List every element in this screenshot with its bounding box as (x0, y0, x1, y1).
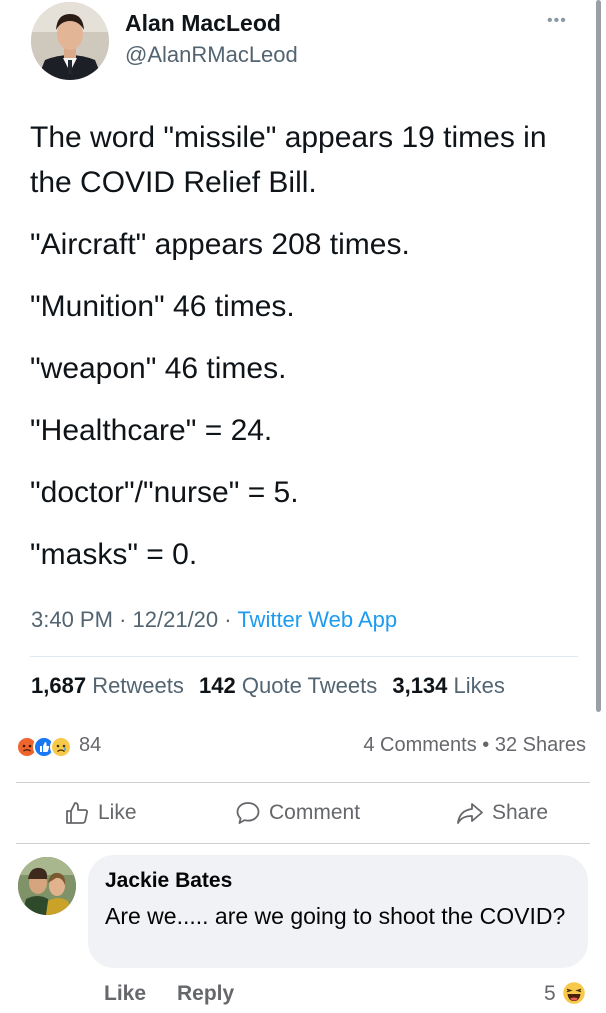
more-dots-icon[interactable]: ••• (547, 12, 567, 30)
comments-shares-count[interactable]: 4 Comments • 32 Shares (363, 734, 586, 757)
avatar-photo-icon (31, 2, 109, 80)
author-name[interactable]: Alan MacLeod (125, 10, 281, 37)
sad-reaction-icon (50, 736, 72, 758)
facebook-post-footer: 84 4 Comments • 32 Shares Like Comment S… (0, 712, 606, 1013)
tweet: Alan MacLeod @AlanRMacLeod ••• The word … (0, 0, 606, 708)
share-button-label: Share (492, 801, 549, 824)
tweet-paragraph: "weapon" 46 times. (30, 352, 287, 385)
author-handle[interactable]: @AlanRMacLeod (125, 42, 298, 68)
laughing-reaction-icon[interactable] (561, 980, 587, 1006)
commenter-photo-icon (18, 857, 76, 915)
tweet-stats: 1,687 Retweets 142 Quote Tweets 3,134 Li… (31, 673, 505, 699)
scrollbar[interactable] (596, 0, 601, 712)
commenter-avatar[interactable] (18, 857, 76, 915)
divider (30, 656, 578, 657)
tweet-paragraph: "masks" = 0. (30, 538, 198, 571)
divider (16, 782, 590, 783)
tweet-paragraph: "Healthcare" = 24. (30, 414, 273, 447)
quotes-label: Quote Tweets (241, 673, 378, 698)
meta-separator: · (224, 607, 238, 632)
retweets-count: 1,687 (31, 673, 87, 698)
reaction-count[interactable]: 84 (79, 734, 101, 757)
meta-separator: · (119, 607, 133, 632)
tweet-line: the COVID Relief Bill. (30, 166, 317, 199)
share-arrow-icon (457, 803, 483, 824)
likes-label: Likes (453, 673, 505, 698)
divider (16, 843, 590, 844)
quote-tweets-stat[interactable]: 142 Quote Tweets (199, 673, 377, 698)
comment-button[interactable]: Comment (235, 798, 360, 828)
tweet-line: The word "missile" appears 19 times in (30, 121, 547, 154)
comment-reaction-count[interactable]: 5 (544, 982, 556, 1006)
retweets-stat[interactable]: 1,687 Retweets (31, 673, 184, 698)
author-avatar[interactable] (31, 2, 109, 80)
comment-text: Are we..... are we going to shoot the CO… (105, 903, 566, 929)
share-button[interactable]: Share (456, 798, 548, 828)
tweet-paragraph: "doctor"/"nurse" = 5. (30, 476, 299, 509)
tweet-text: The word "missile" appears 19 times in t… (30, 115, 590, 577)
tweet-time[interactable]: 3:40 PM (31, 607, 113, 632)
tweet-date[interactable]: 12/21/20 (133, 607, 219, 632)
retweets-label: Retweets (92, 673, 184, 698)
likes-count: 3,134 (392, 673, 448, 698)
comment-reply-link[interactable]: Reply (177, 982, 234, 1006)
like-button-label: Like (98, 801, 137, 824)
commenter-name[interactable]: Jackie Bates (105, 869, 232, 893)
tweet-paragraph: "Aircraft" appears 208 times. (30, 228, 410, 261)
comment-bubble-icon (236, 802, 260, 824)
like-button[interactable]: Like (64, 798, 137, 828)
quotes-count: 142 (199, 673, 236, 698)
likes-stat[interactable]: 3,134 Likes (392, 673, 505, 698)
thumbs-up-icon (66, 802, 88, 824)
comment-button-label: Comment (269, 801, 361, 824)
tweet-source-link[interactable]: Twitter Web App (237, 607, 397, 632)
tweet-meta: 3:40 PM · 12/21/20 · Twitter Web App (31, 607, 397, 633)
comment-bubble: Jackie Bates Are we..... are we going to… (88, 855, 588, 968)
tweet-paragraph: "Munition" 46 times. (30, 290, 295, 323)
comment-like-link[interactable]: Like (104, 982, 146, 1006)
